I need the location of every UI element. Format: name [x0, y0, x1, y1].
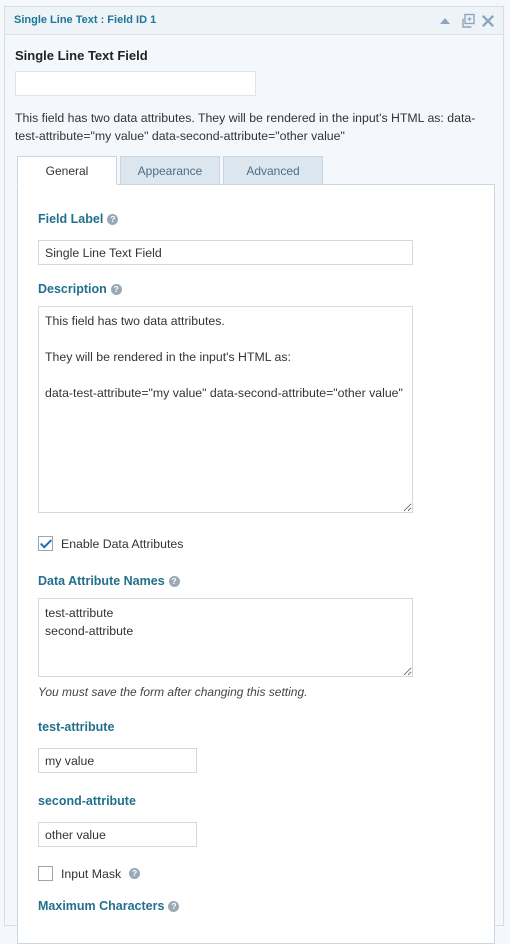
- second-attribute-input[interactable]: [38, 822, 197, 847]
- data-attribute-names-heading: Data Attribute Names ?: [38, 574, 180, 588]
- enable-data-attributes-checkbox[interactable]: [38, 536, 53, 551]
- description-label-text: Description: [38, 282, 107, 296]
- preview-field-label: Single Line Text Field: [15, 48, 148, 63]
- help-icon[interactable]: ?: [110, 283, 122, 295]
- second-attribute-label: second-attribute: [38, 794, 136, 808]
- data-attribute-names-textarea[interactable]: test-attribute second-attribute: [38, 598, 413, 677]
- second-attribute-heading: second-attribute: [38, 794, 136, 808]
- input-mask-option[interactable]: Input Mask ?: [38, 866, 141, 881]
- tab-advanced[interactable]: Advanced: [223, 156, 323, 185]
- input-mask-label: Input Mask: [61, 866, 122, 881]
- header-actions: [440, 12, 494, 30]
- preview-description: This field has two data attributes. They…: [15, 111, 476, 143]
- delete-icon[interactable]: [482, 15, 494, 27]
- enable-data-attributes-label: Enable Data Attributes: [61, 536, 184, 551]
- description-heading: Description ?: [38, 282, 122, 296]
- field-label-input[interactable]: [38, 240, 413, 265]
- duplicate-icon[interactable]: [460, 13, 476, 29]
- save-form-note: You must save the form after changing th…: [38, 685, 308, 699]
- enable-data-attributes-option[interactable]: Enable Data Attributes: [38, 536, 183, 551]
- description-textarea[interactable]: This field has two data attributes. They…: [38, 306, 413, 513]
- tab-appearance[interactable]: Appearance: [120, 156, 220, 185]
- tab-general[interactable]: General: [17, 156, 117, 185]
- field-label-heading: Field Label ?: [38, 212, 119, 226]
- help-icon[interactable]: ?: [168, 575, 180, 587]
- field-label-text: Field Label: [38, 212, 104, 226]
- collapse-icon[interactable]: [440, 18, 450, 24]
- test-attribute-label: test-attribute: [38, 720, 115, 734]
- maximum-characters-label: Maximum Characters: [38, 899, 165, 913]
- test-attribute-input[interactable]: [38, 748, 197, 773]
- preview-text-input[interactable]: [15, 71, 256, 96]
- maximum-characters-heading: Maximum Characters ?: [38, 899, 180, 913]
- general-settings-panel: Field Label ? Description ? This field h…: [17, 184, 495, 944]
- input-mask-checkbox[interactable]: [38, 866, 53, 881]
- field-settings-box: Single Line Text : Field ID 1 Single Lin…: [4, 6, 504, 944]
- help-icon[interactable]: ?: [129, 868, 141, 879]
- help-icon[interactable]: ?: [168, 900, 180, 912]
- field-header[interactable]: Single Line Text : Field ID 1: [5, 7, 503, 35]
- test-attribute-heading: test-attribute: [38, 720, 114, 734]
- field-header-title: Single Line Text : Field ID 1: [14, 14, 157, 26]
- data-attribute-names-label: Data Attribute Names: [38, 574, 165, 588]
- help-icon[interactable]: ?: [107, 213, 119, 225]
